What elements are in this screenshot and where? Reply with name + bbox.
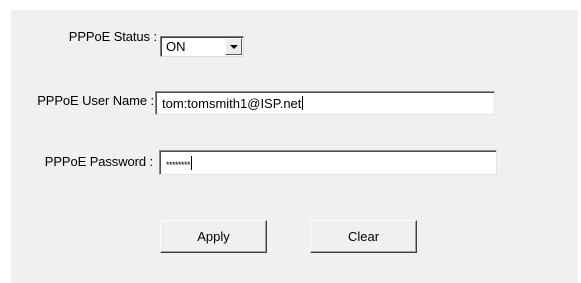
chevron-down-icon[interactable] [225, 38, 242, 55]
text-caret [302, 96, 304, 110]
pppoe-status-value: ON [166, 39, 186, 54]
apply-button[interactable]: Apply [160, 220, 267, 253]
pppoe-password-label: PPPoE Password : [44, 154, 153, 169]
pppoe-status-select[interactable]: ON [160, 36, 244, 57]
pppoe-status-label: PPPoE Status : [68, 29, 157, 44]
pppoe-username-field[interactable]: tom:tomsmith1@ISP.net [155, 91, 495, 115]
pppoe-password-field[interactable]: ******** [159, 150, 497, 175]
text-caret [191, 156, 193, 170]
pppoe-username-value: tom:tomsmith1@ISP.net [162, 96, 304, 111]
clear-button[interactable]: Clear [310, 220, 417, 253]
pppoe-username-label: PPPoE User Name : [37, 93, 154, 108]
pppoe-password-value: ******** [166, 156, 193, 170]
pppoe-settings-panel [11, 10, 578, 283]
